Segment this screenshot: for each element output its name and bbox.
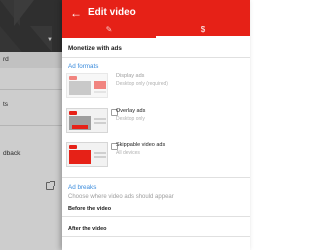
ad-breaks-header: Ad breaks — [68, 184, 97, 191]
ad-format-subtitle: Desktop only — [116, 116, 145, 122]
ad-format-display[interactable]: Display ads Desktop only (required) — [62, 73, 250, 103]
arrow-left-icon[interactable]: ← — [68, 5, 84, 21]
ad-format-subtitle: All devices — [116, 150, 140, 156]
skippable-ads-preview — [66, 142, 108, 167]
divider — [62, 57, 250, 58]
display-ads-preview — [66, 73, 108, 98]
edit-video-panel: ← Edit video ✎ $ Monetize with ads Ad fo… — [62, 0, 250, 250]
ad-format-name: Overlay ads — [116, 108, 146, 114]
before-video-option[interactable]: Before the video — [68, 206, 111, 212]
page-title: Edit video — [88, 7, 136, 18]
ad-formats-header: Ad formats — [68, 63, 99, 70]
overlay-ads-preview — [66, 108, 108, 133]
pencil-icon: ✎ — [105, 25, 113, 34]
dollar-icon: $ — [200, 25, 206, 34]
divider — [62, 177, 250, 178]
tab-indicator — [156, 36, 250, 38]
tab-edit[interactable]: ✎ — [62, 24, 156, 38]
ad-breaks-description: Choose where video ads should appear — [68, 194, 174, 200]
divider — [62, 216, 250, 217]
monetize-label: Monetize with ads — [68, 45, 122, 52]
ad-format-name: Skippable video ads — [116, 142, 166, 148]
ad-format-name: Display ads — [116, 73, 145, 79]
app-bar: ← Edit video ✎ $ — [62, 0, 250, 38]
ad-format-subtitle: Desktop only (required) — [116, 81, 168, 87]
divider — [62, 236, 250, 237]
ad-format-overlay[interactable]: Overlay ads Desktop only — [62, 108, 250, 138]
ad-format-skippable[interactable]: Skippable video ads All devices — [62, 142, 250, 172]
after-video-option[interactable]: After the video — [68, 226, 107, 232]
scrim-overlay[interactable] — [0, 0, 62, 250]
